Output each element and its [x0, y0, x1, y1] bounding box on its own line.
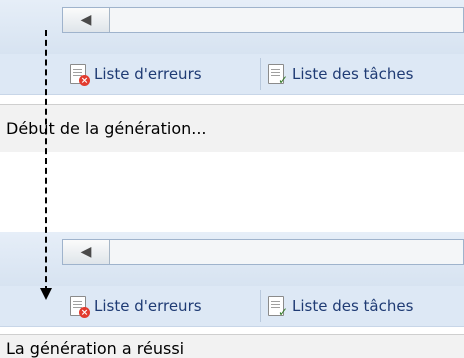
task-list-icon: ✓ — [266, 296, 288, 319]
tab-task-list-label: Liste des tâches — [292, 297, 414, 315]
tab-task-list-label: Liste des tâches — [292, 65, 414, 83]
tab-task-list[interactable]: ✓ Liste des tâches — [262, 58, 464, 90]
horizontal-scrollbar[interactable]: ◀ — [62, 239, 464, 265]
down-arrow-icon — [40, 288, 52, 300]
task-list-icon: ✓ — [266, 64, 288, 87]
tool-window-tabs: × Liste d'erreurs ✓ Liste des tâches — [0, 286, 464, 327]
tool-window-tabs: × Liste d'erreurs ✓ Liste des tâches — [0, 54, 464, 95]
scroll-left-button[interactable]: ◀ — [63, 240, 110, 264]
tab-task-list[interactable]: ✓ Liste des tâches — [262, 290, 464, 322]
left-arrow-icon: ◀ — [80, 244, 92, 260]
horizontal-scrollbar[interactable]: ◀ — [62, 7, 464, 33]
status-text: La génération a réussi — [6, 339, 185, 358]
status-bar: La génération a réussi — [0, 334, 464, 358]
status-bar: Début de la génération... — [0, 104, 464, 152]
panel-build-succeeded: ◀ × Liste d'erreurs ✓ Liste des tâches L… — [0, 232, 464, 358]
error-list-icon: × — [68, 296, 90, 318]
tab-error-list-label: Liste d'erreurs — [94, 297, 202, 315]
tool-window-frame: ◀ — [0, 0, 464, 55]
tab-error-list[interactable]: × Liste d'erreurs — [64, 290, 261, 322]
status-text: Début de la génération... — [6, 119, 207, 138]
error-list-icon: × — [68, 64, 90, 86]
tool-window-frame: ◀ — [0, 232, 464, 287]
left-arrow-icon: ◀ — [80, 12, 92, 28]
panel-build-start: ◀ × Liste d'erreurs ✓ Liste des tâches D… — [0, 0, 464, 152]
scroll-left-button[interactable]: ◀ — [63, 8, 110, 32]
tab-error-list[interactable]: × Liste d'erreurs — [64, 58, 261, 90]
tab-error-list-label: Liste d'erreurs — [94, 65, 202, 83]
flow-arrow-line — [45, 30, 47, 292]
